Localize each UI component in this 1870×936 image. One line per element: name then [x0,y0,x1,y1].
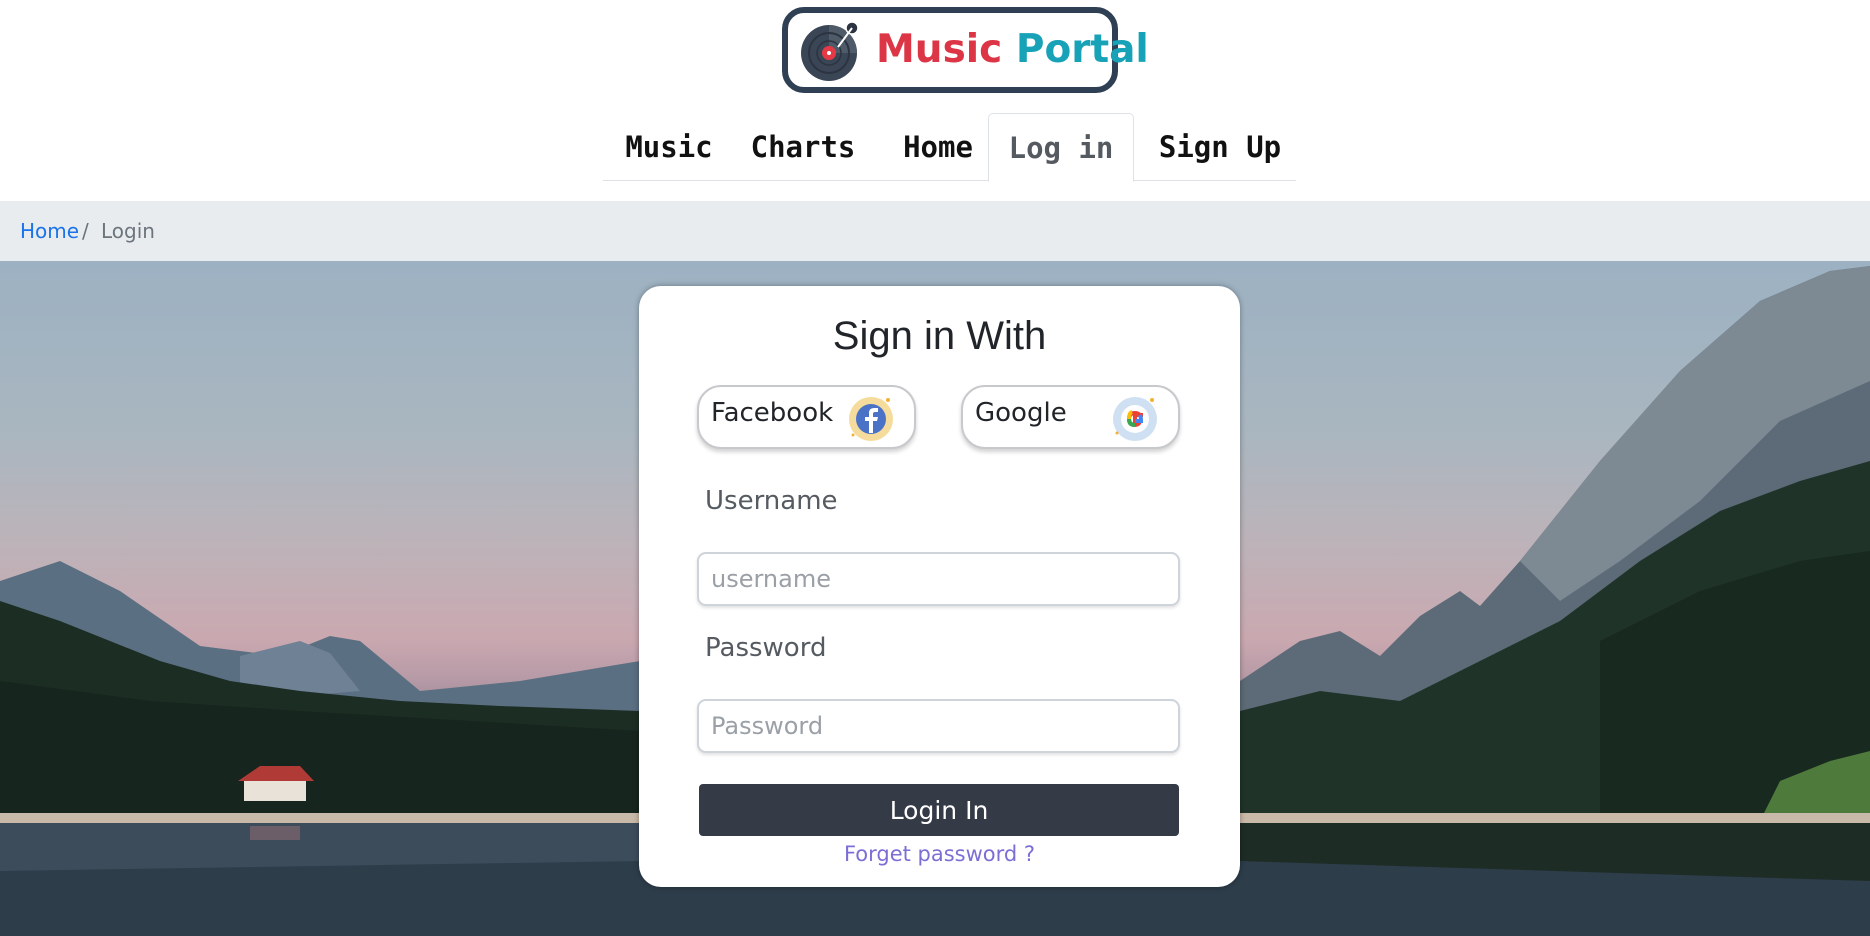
username-input[interactable] [697,552,1180,606]
login-submit-button[interactable]: Login In [699,784,1179,836]
site-header: Music Portal Music Charts Home Log in Si… [0,0,1870,200]
brand-name: Music Portal [876,26,1149,74]
forgot-password-link[interactable]: Forget password ? [639,842,1240,866]
main-nav: Music Charts Home Log in Sign Up [603,113,1296,182]
facebook-login-button[interactable]: Facebook [697,385,916,449]
google-icon [1113,397,1157,441]
facebook-label: Facebook [711,398,834,428]
breadcrumb-current: Login [101,219,155,243]
nav-item-signup[interactable]: Sign Up [1150,113,1290,181]
nav-item-home[interactable]: Home [883,113,993,181]
breadcrumb: Home / Login [0,201,1870,261]
breadcrumb-separator: / [82,219,89,243]
google-label: Google [975,398,1067,428]
brand-word-music: Music [876,27,1003,72]
nav-item-login[interactable]: Log in [988,113,1134,182]
brand-word-portal: Portal [1015,27,1149,72]
facebook-icon [849,397,893,441]
nav-item-charts[interactable]: Charts [739,113,867,181]
password-label: Password [705,633,827,663]
vinyl-record-icon [801,21,859,81]
google-login-button[interactable]: Google [961,385,1180,449]
sign-in-title: Sign in With [832,314,1047,358]
site-logo[interactable]: Music Portal [782,7,1149,93]
username-label: Username [705,486,838,516]
login-card: Sign in With Facebook Google Username Pa… [639,286,1240,887]
breadcrumb-home-link[interactable]: Home [20,219,79,243]
nav-item-music[interactable]: Music [613,113,725,181]
password-input[interactable] [697,699,1180,753]
